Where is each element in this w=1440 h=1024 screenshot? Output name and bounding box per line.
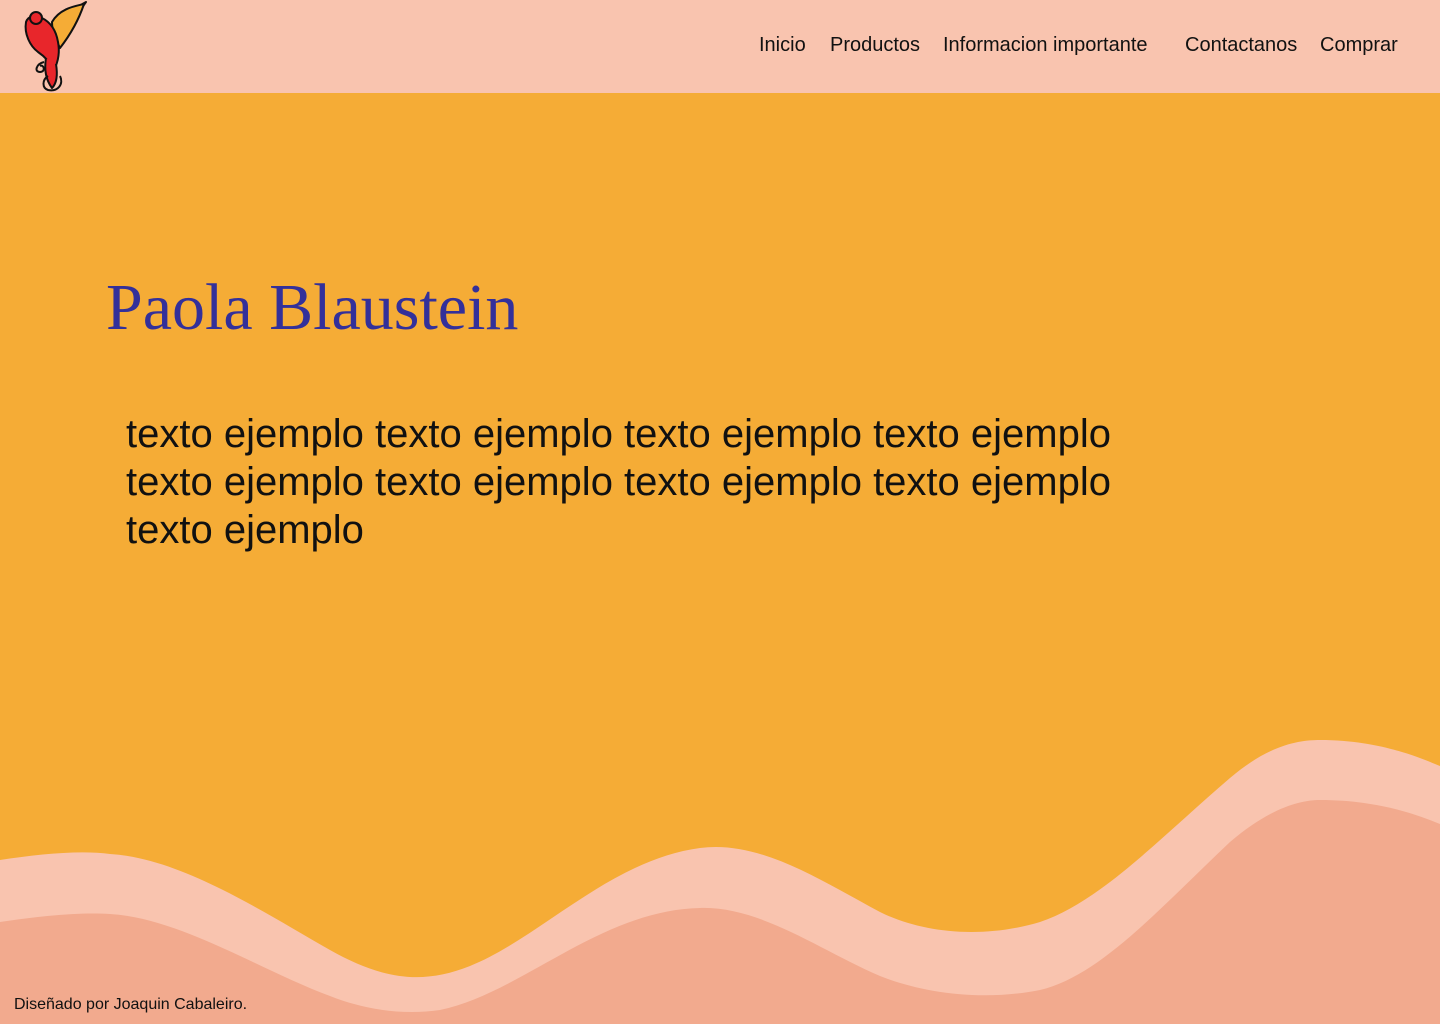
- page: Inicio Productos Informacion importante …: [0, 0, 1440, 1024]
- nav-link-contactanos[interactable]: Contactanos: [1185, 32, 1297, 58]
- nav-link-comprar[interactable]: Comprar: [1320, 32, 1398, 58]
- page-title: Paola Blaustein: [106, 271, 519, 344]
- site-header: Inicio Productos Informacion importante …: [0, 0, 1440, 93]
- nav-link-informacion-importante[interactable]: Informacion importante: [943, 32, 1148, 58]
- main-nav: Inicio Productos Informacion importante …: [0, 32, 1440, 60]
- footer-credit: Diseñado por Joaquin Cabaleiro.: [14, 996, 248, 1013]
- decorative-waves: [0, 740, 1440, 1024]
- hero-description: texto ejemplo texto ejemplo texto ejempl…: [126, 412, 1111, 552]
- nav-link-productos[interactable]: Productos: [830, 32, 920, 58]
- nav-link-inicio[interactable]: Inicio: [759, 32, 806, 58]
